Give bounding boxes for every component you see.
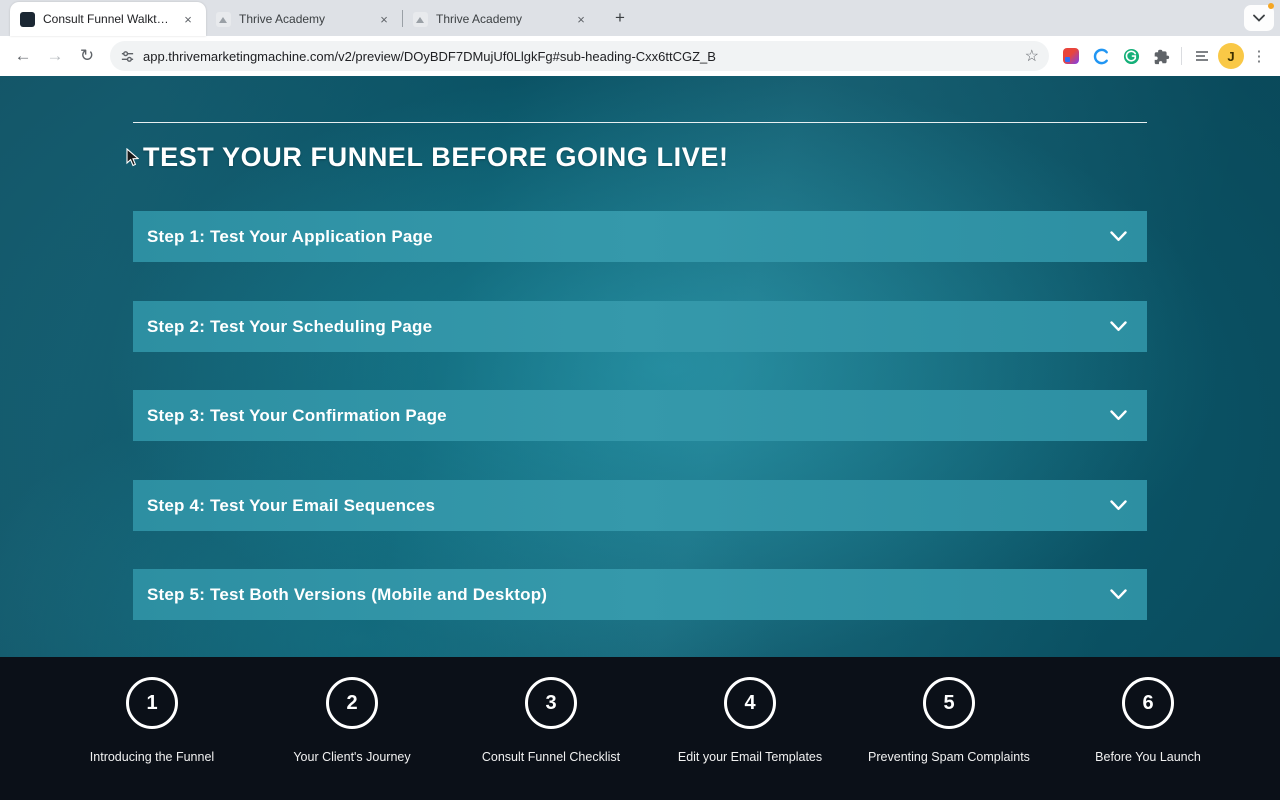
chevron-down-icon (1110, 589, 1127, 600)
chevron-down-icon (1110, 321, 1127, 332)
accordion-label: Step 4: Test Your Email Sequences (147, 495, 436, 515)
accordion-step-5[interactable]: Step 5: Test Both Versions (Mobile and D… (133, 569, 1147, 620)
tab-title: Thrive Academy (436, 12, 523, 26)
browser-menu-icon[interactable]: ⋮ (1246, 43, 1272, 69)
step-number-circle[interactable]: 2 (326, 677, 378, 729)
accordion-label: Step 5: Test Both Versions (Mobile and D… (147, 584, 548, 604)
chevron-down-icon (1110, 500, 1127, 511)
tab-title: Consult Funnel Walkthrough | (43, 12, 172, 26)
reload-button[interactable]: ↻ (72, 41, 102, 71)
accordion-step-3[interactable]: Step 3: Test Your Confirmation Page (133, 390, 1147, 441)
module-step-3[interactable]: 3 Consult Funnel Checklist (451, 677, 651, 764)
step-label: Your Client's Journey (293, 750, 411, 764)
back-button[interactable]: ← (8, 41, 38, 71)
page-title: TEST YOUR FUNNEL BEFORE GOING LIVE! (143, 142, 729, 172)
url-text[interactable]: app.thrivemarketingmachine.com/v2/previe… (143, 49, 1017, 64)
tab-thrive-academy-1[interactable]: Thrive Academy × (206, 2, 402, 36)
module-step-2[interactable]: 2 Your Client's Journey (252, 677, 452, 764)
extension-icon-green[interactable] (1117, 42, 1145, 70)
reading-list-icon[interactable] (1188, 42, 1216, 70)
extensions-puzzle-icon[interactable] (1147, 42, 1175, 70)
step-number-circle[interactable]: 6 (1122, 677, 1174, 729)
accordion-label: Step 2: Test Your Scheduling Page (147, 316, 433, 336)
accordion-label: Step 1: Test Your Application Page (147, 226, 433, 246)
step-number-circle[interactable]: 1 (126, 677, 178, 729)
step-label: Edit your Email Templates (677, 750, 823, 764)
step-number-circle[interactable]: 5 (923, 677, 975, 729)
tab-favicon (216, 11, 231, 27)
close-tab-icon[interactable]: × (376, 11, 392, 27)
module-step-5[interactable]: 5 Preventing Spam Complaints (849, 677, 1049, 764)
site-settings-icon[interactable] (120, 49, 135, 64)
browser-toolbar: ← → ↻ app.thrivemarketingmachine.com/v2/… (0, 36, 1280, 76)
step-number-circle[interactable]: 3 (525, 677, 577, 729)
new-tab-button[interactable]: + (607, 5, 633, 31)
module-navigation-footer: 1 Introducing the Funnel 2 Your Client's… (0, 657, 1280, 800)
module-step-4[interactable]: 4 Edit your Email Templates (650, 677, 850, 764)
profile-avatar[interactable]: J (1218, 43, 1244, 69)
chevron-down-icon (1253, 14, 1265, 22)
tab-title: Thrive Academy (239, 12, 326, 26)
step-label: Introducing the Funnel (89, 750, 215, 764)
extension-icon-blue-c[interactable] (1087, 42, 1115, 70)
close-tab-icon[interactable]: × (573, 11, 589, 27)
chevron-down-icon (1110, 410, 1127, 421)
step-label: Preventing Spam Complaints (868, 750, 1030, 764)
module-step-6[interactable]: 6 Before You Launch (1048, 677, 1248, 764)
tab-favicon (20, 11, 35, 27)
tab-strip: Consult Funnel Walkthrough | × Thrive Ac… (0, 0, 1280, 36)
module-step-1[interactable]: 1 Introducing the Funnel (52, 677, 252, 764)
step-label: Before You Launch (1095, 750, 1201, 764)
bookmark-star-icon[interactable]: ☆ (1025, 46, 1039, 66)
step-number-circle[interactable]: 4 (724, 677, 776, 729)
tab-consult-funnel-walkthrough[interactable]: Consult Funnel Walkthrough | × (10, 2, 206, 36)
step-label: Consult Funnel Checklist (481, 750, 621, 764)
tab-favicon (413, 11, 428, 27)
chevron-down-icon (1110, 231, 1127, 242)
close-tab-icon[interactable]: × (180, 11, 196, 27)
mouse-cursor (126, 148, 139, 167)
accordion-label: Step 3: Test Your Confirmation Page (147, 405, 447, 425)
accordion-step-1[interactable]: Step 1: Test Your Application Page (133, 211, 1147, 262)
section-divider-line (133, 122, 1147, 123)
address-bar[interactable]: app.thrivemarketingmachine.com/v2/previe… (110, 41, 1049, 71)
forward-button[interactable]: → (40, 41, 70, 71)
recording-indicator-dot (1268, 3, 1274, 9)
extension-icon-colorful[interactable] (1057, 42, 1085, 70)
browser-window: Consult Funnel Walkthrough | × Thrive Ac… (0, 0, 1280, 800)
toolbar-divider (1181, 47, 1182, 65)
tab-thrive-academy-2[interactable]: Thrive Academy × (403, 2, 599, 36)
page-content: TEST YOUR FUNNEL BEFORE GOING LIVE! Step… (0, 76, 1280, 800)
accordion-step-2[interactable]: Step 2: Test Your Scheduling Page (133, 301, 1147, 352)
accordion-step-4[interactable]: Step 4: Test Your Email Sequences (133, 480, 1147, 531)
